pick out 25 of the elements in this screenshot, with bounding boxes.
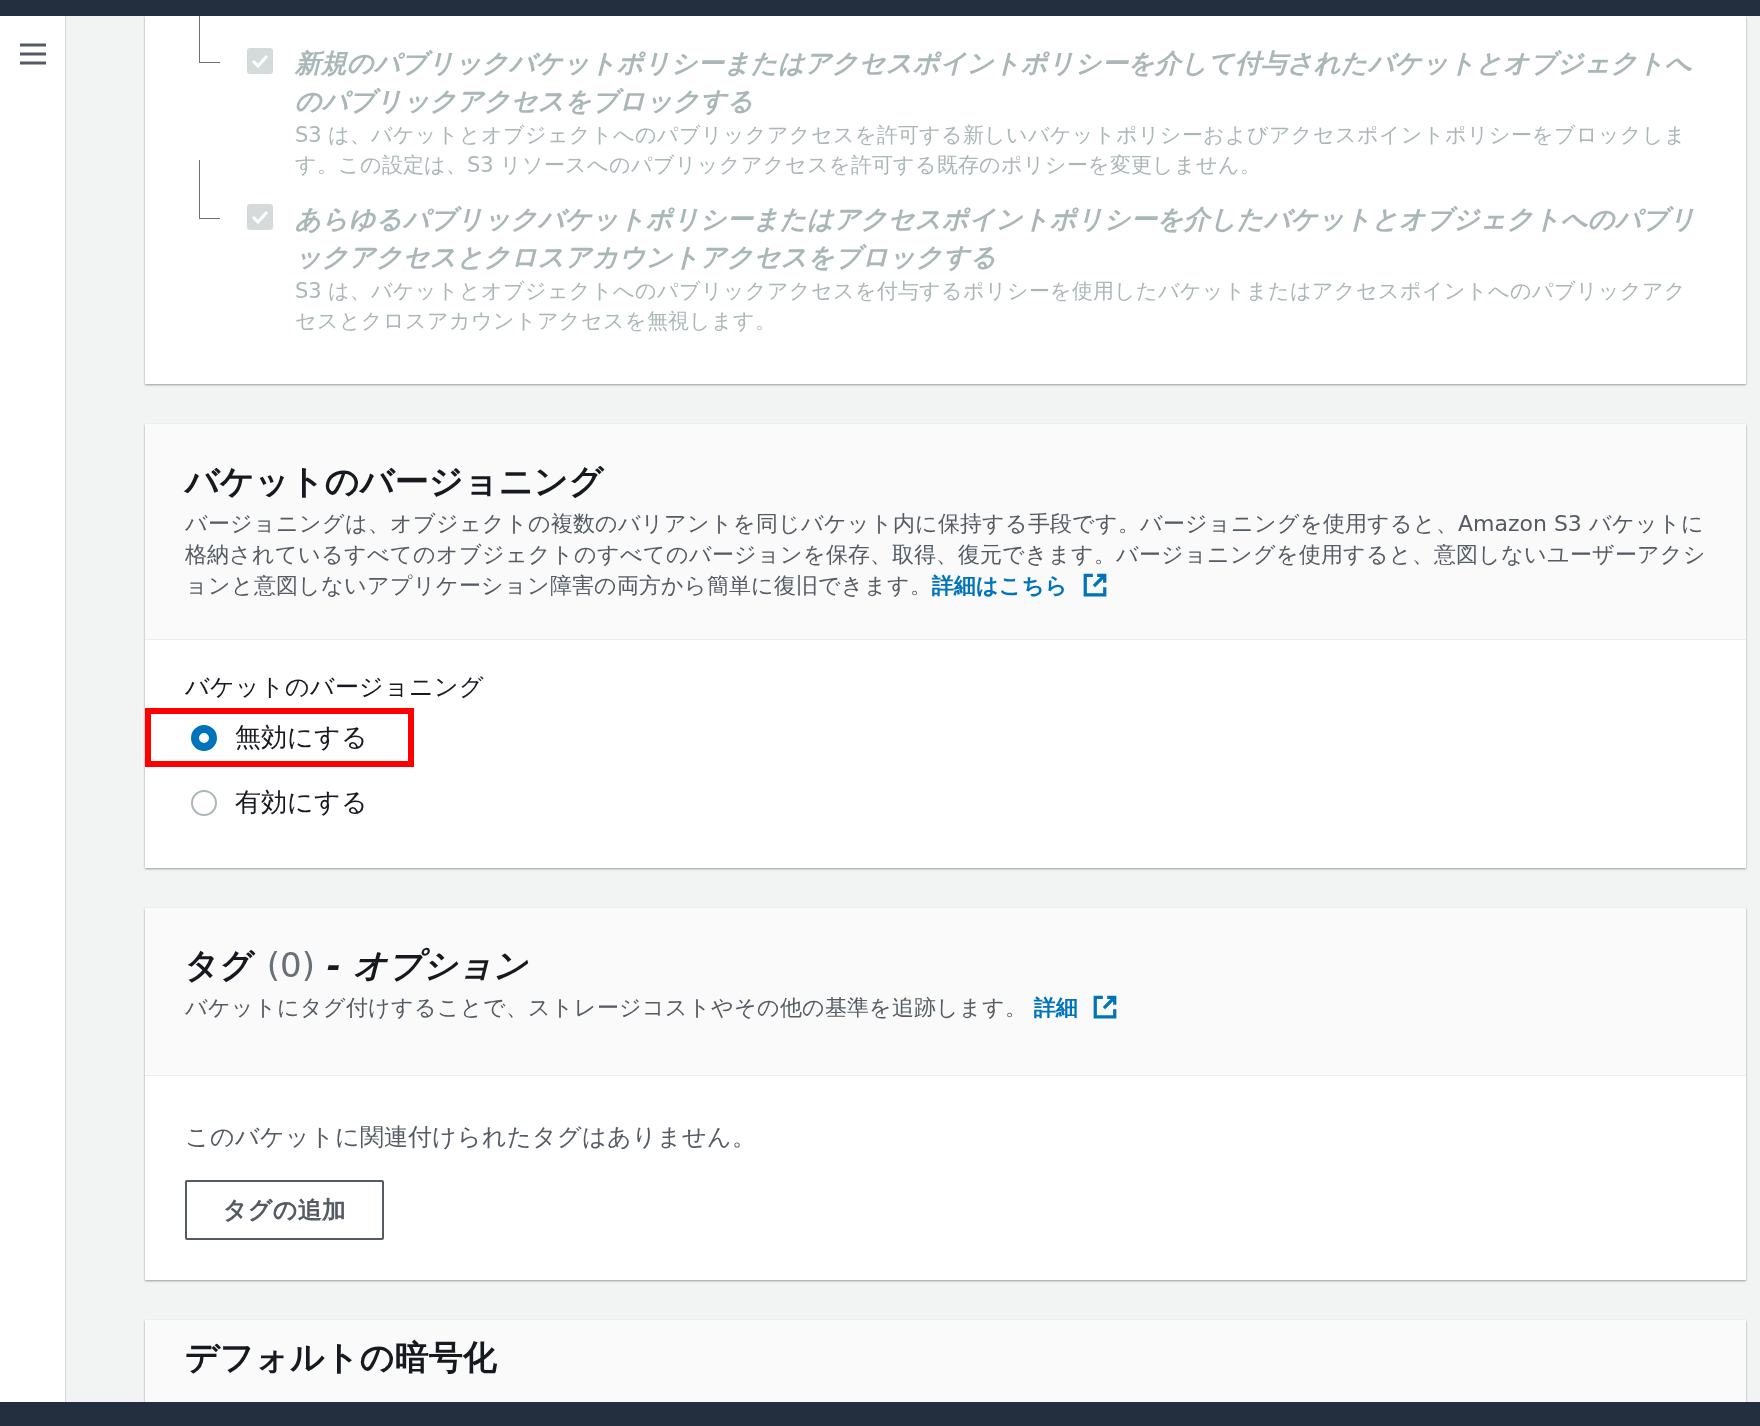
tree-line bbox=[199, 16, 220, 63]
radio-icon[interactable] bbox=[191, 724, 217, 751]
section-description: バケットにタグ付けすることで、ストレージコストやその他の基準を追跡します。 詳細 bbox=[185, 992, 1706, 1023]
radio-icon[interactable] bbox=[191, 789, 217, 816]
section-subtitle: - オプション bbox=[326, 945, 528, 985]
section-description: バージョニングは、オブジェクトの複数のバリアントを同じバケット内に保持する手段です。バージョニングを使用すると、Amazon S3 バケットに格納されているすべてのオブジェクトのすべてのバージョンを保存、取得、復元できます。バージョニングを使用すると、意図しないユーザーアクションと意図しないアプリケーション障害の両方から簡単に復旧できます。詳細はこちら bbox=[185, 510, 1706, 600]
menu-icon[interactable] bbox=[17, 42, 48, 66]
empty-message: このバケットに関連付けられたタグはありません。 bbox=[185, 1122, 756, 1153]
option-title: 新規のパブリックバケットポリシーまたはアクセスポイントポリシーを介して付与されたバケットとオブジェクトへのパブリックアクセスをブロックする bbox=[295, 47, 1693, 118]
section-title: タグ bbox=[185, 945, 255, 985]
option-description: S3 は、バケットとオブジェクトへのパブリックアクセスを許可する新しいバケットポリシーおよびアクセスポイントポリシーをブロックします。この設定は、S3 リソースへのパブリックアクセスを許可する既存のポリシーを変更しません。 bbox=[295, 122, 1688, 179]
external-link-icon[interactable] bbox=[1092, 994, 1118, 1020]
radio-option[interactable]: 有効にする bbox=[145, 773, 414, 832]
section-title: デフォルトの暗号化 bbox=[185, 1336, 498, 1379]
option-title: あらゆるパブリックバケットポリシーまたはアクセスポイントポリシーを介したバケットとオブジェクトへのパブリックアクセスとクロスアカウントアクセスをブロックする bbox=[295, 203, 1697, 274]
tag-count: (0) bbox=[266, 945, 315, 985]
tree-line bbox=[199, 160, 220, 219]
add-tag-button[interactable]: タグの追加 bbox=[185, 1180, 384, 1240]
learn-more-link[interactable]: 詳細 bbox=[1034, 995, 1078, 1020]
learn-more-link[interactable]: 詳細はこちら bbox=[932, 573, 1068, 598]
option-description: S3 は、バケットとオブジェクトへのパブリックアクセスを付与するポリシーを使用したバケットまたはアクセスポイントへのパブリックアクセスとクロスアカウントアクセスを無視します。 bbox=[295, 278, 1688, 335]
radio-option[interactable]: 無効にする bbox=[145, 708, 414, 767]
external-link-icon[interactable] bbox=[1082, 572, 1108, 598]
field-label: バケットのバージョニング bbox=[185, 672, 484, 703]
section-title: バケットのバージョニング bbox=[185, 460, 606, 503]
